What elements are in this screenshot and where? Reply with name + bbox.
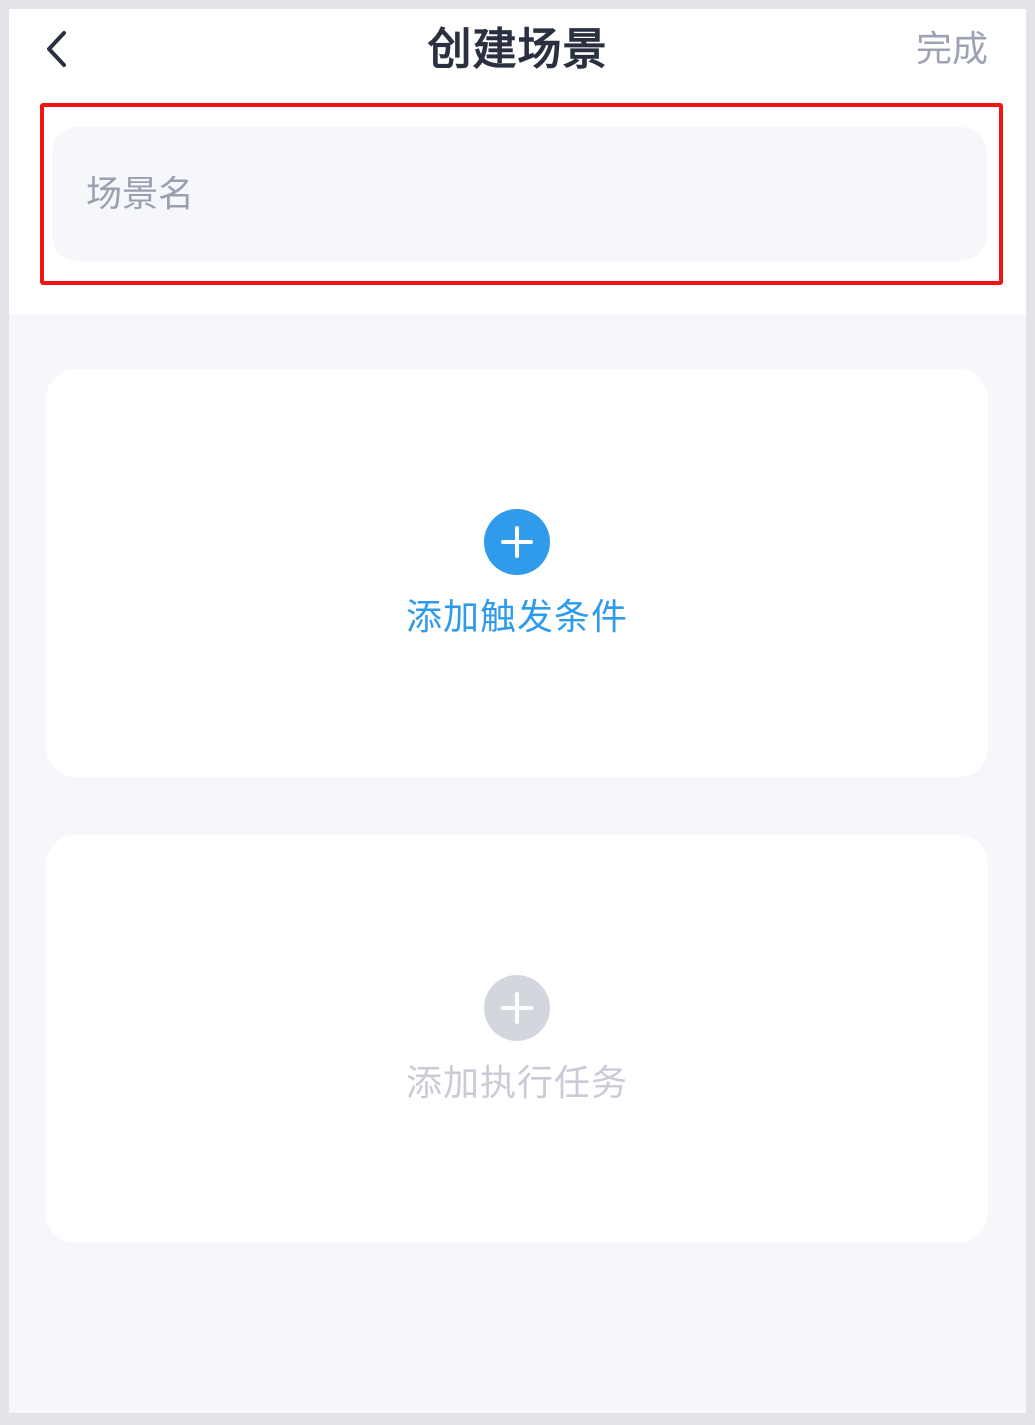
- add-trigger-card[interactable]: 添加触发条件: [46, 369, 988, 777]
- plus-circle-icon[interactable]: [484, 509, 550, 575]
- add-task-card[interactable]: 添加执行任务: [46, 835, 988, 1243]
- add-trigger-label[interactable]: 添加触发条件: [46, 595, 988, 641]
- page-title: 创建场景: [427, 24, 608, 75]
- header-section: 创建场景 完成: [9, 9, 1026, 315]
- navigation-bar: 创建场景 完成: [9, 9, 1026, 93]
- add-task-label[interactable]: 添加执行任务: [46, 1061, 988, 1107]
- done-button[interactable]: 完成: [916, 27, 988, 73]
- plus-circle-icon[interactable]: [484, 975, 550, 1041]
- scene-name-input[interactable]: [52, 127, 987, 261]
- create-scene-screen: 创建场景 完成 添加触发条件 添加执行任务: [9, 9, 1026, 1413]
